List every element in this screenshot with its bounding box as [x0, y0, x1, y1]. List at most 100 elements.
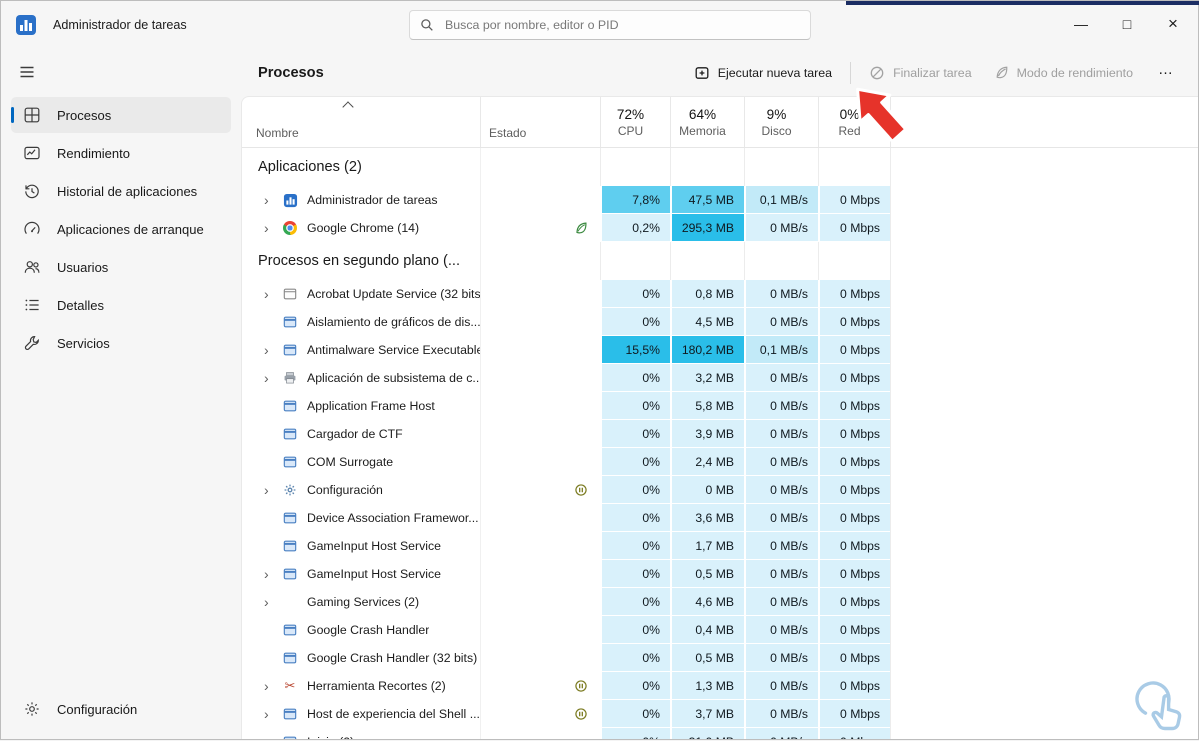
expand-chevron-icon[interactable]: › — [264, 679, 282, 693]
expand-chevron-icon[interactable]: › — [264, 567, 282, 581]
memory-value: 2,4 MB — [670, 448, 744, 476]
column-header-disk[interactable]: 9% Disco — [744, 97, 818, 147]
disk-value: 0 MB/s — [744, 364, 818, 392]
network-value: 0 Mbps — [818, 616, 890, 644]
process-name: Device Association Framewor... — [307, 511, 479, 525]
row-com-surrogate[interactable]: ›COM Surrogate0%2,4 MB0 MB/s0 Mbps — [242, 448, 1198, 476]
cpu-value: 0% — [600, 616, 670, 644]
sidebar-item-label: Servicios — [57, 335, 110, 351]
column-header-status[interactable]: Estado — [480, 97, 600, 147]
status-cell — [480, 700, 600, 728]
expand-chevron-icon[interactable]: › — [264, 343, 282, 357]
sidebar-item-usuarios[interactable]: Usuarios — [11, 249, 231, 285]
sidebar-item-rendimiento[interactable]: Rendimiento — [11, 135, 231, 171]
expand-chevron-icon[interactable]: › — [264, 483, 282, 497]
expand-chevron-icon[interactable]: › — [264, 735, 282, 739]
status-cell — [480, 644, 600, 672]
cpu-value: 7,8% — [600, 186, 670, 214]
end-task-button[interactable]: Finalizar tarea — [858, 58, 983, 88]
row-google-crash-handler[interactable]: ›Google Crash Handler0%0,4 MB0 MB/s0 Mbp… — [242, 616, 1198, 644]
group-header-aplicaciones-2[interactable]: Aplicaciones (2) — [242, 148, 1198, 186]
disk-value: 0 MB/s — [744, 532, 818, 560]
suspended-icon — [574, 707, 588, 721]
row-gameinput-host-service[interactable]: ›GameInput Host Service0%1,7 MB0 MB/s0 M… — [242, 532, 1198, 560]
search-input[interactable] — [443, 17, 800, 33]
disk-value: 0 MB/s — [744, 728, 818, 739]
memory-value: 1,7 MB — [670, 532, 744, 560]
search-box[interactable] — [409, 10, 811, 40]
status-cell — [480, 420, 600, 448]
sidebar-item-procesos[interactable]: Procesos — [11, 97, 231, 133]
sidebar-item-historial-de-aplicaciones[interactable]: Historial de aplicaciones — [11, 173, 231, 209]
row-aplicaci-n-de-subsistema-de-c[interactable]: › Aplicación de subsistema de c... 0% 3,2 M… — [242, 364, 1198, 392]
process-name: Cargador de CTF — [307, 427, 403, 441]
close-button[interactable]: × — [1150, 1, 1196, 47]
group-header-procesos-en-segundo-plano[interactable]: Procesos en segundo plano (... — [242, 242, 1198, 280]
maximize-button[interactable]: □ — [1104, 1, 1150, 47]
page-title: Procesos — [258, 64, 324, 81]
row-google-crash-handler-32-bits[interactable]: ›Google Crash Handler (32 bits)0%0,5 MB0… — [242, 644, 1198, 672]
efficiency-leaf-icon — [574, 221, 588, 235]
process-name: Configuración — [307, 483, 383, 497]
efficiency-mode-button[interactable]: Modo de rendimiento — [983, 58, 1144, 87]
sidebar-item-detalles[interactable]: Detalles — [11, 287, 231, 323]
table-body: Aplicaciones (2) › Administrador de tareas… — [242, 148, 1198, 739]
memory-value: 3,7 MB — [670, 700, 744, 728]
expand-chevron-icon[interactable]: › — [264, 221, 282, 235]
window-outline-icon — [282, 287, 298, 301]
disk-value: 0 MB/s — [744, 308, 818, 336]
disk-value: 0 MB/s — [744, 672, 818, 700]
row-inicio-2[interactable]: › Inicio (2) 0%31,0 MB0 MB/s0 Mbps — [242, 728, 1198, 739]
network-value: 0 Mbps — [818, 364, 890, 392]
row-gaming-services-2[interactable]: › Gaming Services (2) 0% 4,6 MB 0 MB/s 0 Mbps — [242, 588, 1198, 616]
column-header-name[interactable]: Nombre — [242, 97, 480, 147]
sidebar: Procesos Rendimiento Historial de aplicaci… — [1, 49, 241, 739]
navigation-menu-button[interactable] — [18, 61, 40, 83]
status-cell — [480, 336, 600, 364]
sidebar-item-aplicaciones-de-arranque[interactable]: Aplicaciones de arranque — [11, 211, 231, 247]
row-device-association-framewor[interactable]: ›Device Association Framewor...0%3,6 MB0… — [242, 504, 1198, 532]
expand-chevron-icon[interactable]: › — [264, 287, 282, 301]
column-header-memory[interactable]: 64% Memoria — [670, 97, 744, 147]
sidebar-item-configuracion[interactable]: Configuración — [11, 691, 231, 727]
row-application-frame-host[interactable]: ›Application Frame Host0%5,8 MB0 MB/s0 M… — [242, 392, 1198, 420]
row-host-de-experiencia-del-shell[interactable]: › Host de experiencia del Shell ... 0% 3,7 … — [242, 700, 1198, 728]
row-administrador-de-tareas[interactable]: › Administrador de tareas 7,8% 47,5 MB 0,1 M… — [242, 186, 1198, 214]
row-gameinput-host-service[interactable]: › GameInput Host Service 0% 0,5 MB 0 MB/s 0 M… — [242, 560, 1198, 588]
cpu-value: 0% — [600, 420, 670, 448]
column-header-cpu[interactable]: 72% CPU — [600, 97, 670, 147]
row-configuraci-n[interactable]: › Configuración 0% 0 MB 0 MB/s 0 Mbps — [242, 476, 1198, 504]
disk-value: 0 MB/s — [744, 214, 818, 242]
sidebar-nav: Procesos Rendimiento Historial de aplicaci… — [1, 97, 241, 361]
new-task-icon — [694, 65, 710, 81]
row-aislamiento-de-gr-ficos-de-dis[interactable]: ›Aislamiento de gráficos de dis...0%4,5 … — [242, 308, 1198, 336]
sidebar-item-label: Aplicaciones de arranque — [57, 221, 204, 237]
row-cargador-de-ctf[interactable]: ›Cargador de CTF0%3,9 MB0 MB/s0 Mbps — [242, 420, 1198, 448]
expand-chevron-icon[interactable]: › — [264, 371, 282, 385]
memory-value: 0,4 MB — [670, 616, 744, 644]
expand-chevron-icon[interactable]: › — [264, 193, 282, 207]
status-cell — [480, 616, 600, 644]
suspended-icon — [574, 483, 588, 497]
row-herramienta-recortes-2[interactable]: › ✂ Herramienta Recortes (2) 0% 1,3 MB 0 MB/s… — [242, 672, 1198, 700]
expand-chevron-icon[interactable]: › — [264, 595, 282, 609]
network-value: 0 Mbps — [818, 214, 890, 242]
sidebar-item-servicios[interactable]: Servicios — [11, 325, 231, 361]
memory-value: 4,6 MB — [670, 588, 744, 616]
row-antimalware-service-executable[interactable]: › Antimalware Service Executable 15,5% 180,… — [242, 336, 1198, 364]
row-google-chrome-14[interactable]: › Google Chrome (14) 0,2% 295,3 MB 0 MB/s 0 M… — [242, 214, 1198, 242]
memory-value: 4,5 MB — [670, 308, 744, 336]
row-acrobat-update-service-32-bits[interactable]: › Acrobat Update Service (32 bits) 0% 0,8 M… — [242, 280, 1198, 308]
network-value: 0 Mbps — [818, 476, 890, 504]
minimize-button[interactable]: — — [1058, 1, 1104, 47]
more-options-button[interactable]: … — [1144, 57, 1188, 88]
sidebar-item-label: Historial de aplicaciones — [57, 183, 198, 199]
memory-value: 0,5 MB — [670, 560, 744, 588]
column-header-network[interactable]: 0% Red — [818, 97, 890, 147]
window-icon — [282, 315, 298, 329]
run-new-task-button[interactable]: Ejecutar nueva tarea — [683, 58, 843, 88]
expand-chevron-icon[interactable]: › — [264, 707, 282, 721]
chrome-icon — [282, 221, 298, 235]
window-icon — [282, 567, 298, 581]
network-value: 0 Mbps — [818, 644, 890, 672]
